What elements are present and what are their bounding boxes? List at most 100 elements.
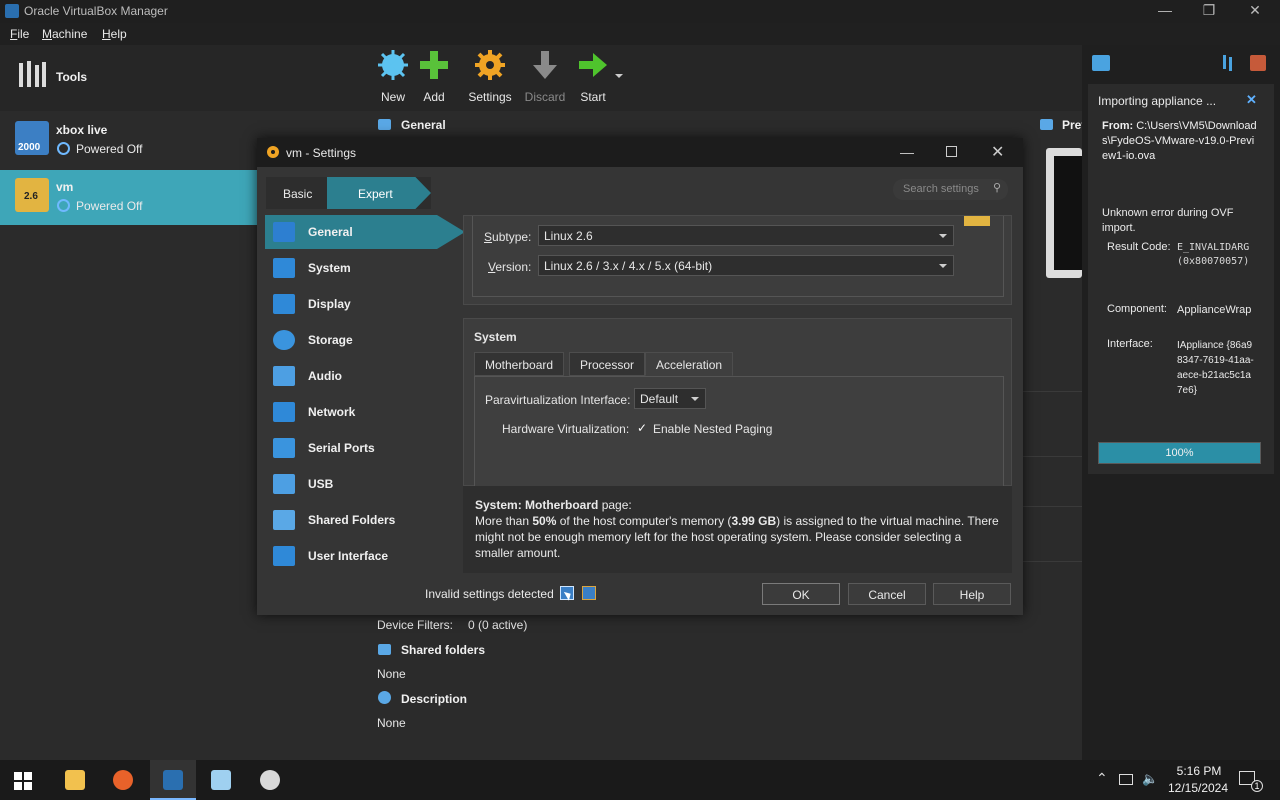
tab-label: Motherboard <box>485 358 554 372</box>
window-title: Oracle VirtualBox Manager <box>24 4 168 18</box>
tab-processor[interactable]: Processor <box>569 352 646 376</box>
tools-label: Tools <box>56 70 88 84</box>
menu-help[interactable]: Help <box>102 27 127 41</box>
version-label: Version: <box>488 260 532 274</box>
nav-item-usb[interactable]: USB <box>265 467 465 501</box>
gear-icon <box>475 50 505 80</box>
taskbar-notepad[interactable] <box>198 760 244 800</box>
network-icon <box>273 402 295 422</box>
ok-label: OK <box>792 588 810 602</box>
general-section-icon <box>378 119 391 130</box>
paravirt-combo[interactable]: Default <box>634 388 706 409</box>
invalid-setting-icon-system[interactable] <box>582 586 596 600</box>
start-label: Start <box>580 90 606 104</box>
tab-motherboard[interactable]: Motherboard <box>474 352 565 376</box>
paravirt-label: Paravirtualization Interface: <box>485 393 631 407</box>
nested-paging-checkbox[interactable]: ✓ <box>635 421 649 435</box>
taskbar-virtualbox[interactable] <box>150 760 196 800</box>
taskbar: ⌃ 🔈 5:16 PM 12/15/2024 1 <box>0 760 1280 800</box>
dialog-close-button[interactable]: ✕ <box>991 142 1004 162</box>
menu-bar: File Machine Help <box>0 23 1280 45</box>
dialog-maximize-button[interactable] <box>946 146 957 157</box>
version-combo[interactable]: Linux 2.6 / 3.x / 4.x / 5.x (64-bit) <box>538 255 954 276</box>
nav-item-display[interactable]: Display <box>265 287 465 321</box>
message-part2: of the host computer's memory ( <box>556 514 732 528</box>
nav-item-shared-folders[interactable]: Shared Folders <box>265 503 465 537</box>
ok-button[interactable]: OK <box>762 583 840 605</box>
invalid-settings-label: Invalid settings detected <box>425 587 554 601</box>
minimize-button[interactable]: — <box>1150 2 1180 18</box>
add-button[interactable]: Add <box>409 49 459 104</box>
close-button[interactable]: ✕ <box>1240 2 1270 19</box>
nested-paging-label[interactable]: Enable Nested Paging <box>653 422 772 436</box>
preview-frame <box>1046 148 1082 278</box>
os-badge: 2000 <box>18 142 41 153</box>
general-section-header: General <box>401 118 446 132</box>
menu-file[interactable]: File <box>10 27 29 41</box>
notification-center-icon[interactable] <box>1092 55 1110 71</box>
taskbar-paint[interactable] <box>247 760 293 800</box>
nav-item-storage[interactable]: Storage <box>265 323 465 357</box>
search-settings-input[interactable]: Search settings ⚲ <box>893 179 1008 200</box>
start-button[interactable]: Start <box>568 49 618 104</box>
settings-button[interactable]: Settings <box>465 49 515 104</box>
clock-date[interactable]: 12/15/2024 <box>1164 781 1232 795</box>
system-icon <box>273 258 295 278</box>
vm-list-item[interactable]: 2000 xbox live Powered Off <box>0 113 258 169</box>
taskbar-firefox[interactable] <box>100 760 146 800</box>
chevron-up-icon[interactable]: ⌃ <box>1096 770 1108 787</box>
start-dropdown-arrow[interactable] <box>615 74 623 78</box>
search-icon: ⚲ <box>993 182 1002 194</box>
subtype-combo[interactable]: Linux 2.6 <box>538 225 954 246</box>
nav-item-general[interactable]: General <box>265 215 465 249</box>
mode-expert[interactable]: Expert <box>358 187 393 201</box>
description-header: Description <box>401 692 468 706</box>
tools-item[interactable]: Tools <box>0 45 370 111</box>
device-filters-label: Device Filters: <box>377 618 454 632</box>
interface-value: IAppliance {86a98347-7619-41aa-aece-b21a… <box>1177 340 1254 396</box>
vm-list-item-selected[interactable]: 2.6 vm Powered Off <box>0 170 258 225</box>
menu-machine[interactable]: Machine <box>42 27 87 41</box>
cancel-button[interactable]: Cancel <box>848 583 926 605</box>
volume-muted-icon[interactable]: 🔈 <box>1142 771 1158 787</box>
nav-item-user-interface[interactable]: User Interface <box>265 539 465 573</box>
taskbar-file-explorer[interactable] <box>52 760 98 800</box>
discard-label: Discard <box>524 90 566 104</box>
progress-text: 100% <box>1165 447 1194 459</box>
windows-start-icon[interactable] <box>14 772 32 790</box>
nav-item-network[interactable]: Network <box>265 395 465 429</box>
sort-icon[interactable] <box>1221 55 1235 71</box>
tab-label: Processor <box>580 358 635 372</box>
system-pane: System Paravirtualization Interface: Def… <box>463 318 1012 487</box>
subtype-label: Subtype: <box>484 230 532 244</box>
mode-basic[interactable]: Basic <box>283 187 312 201</box>
discard-button[interactable]: Discard <box>520 49 570 104</box>
clock-time[interactable]: 5:16 PM <box>1174 764 1224 778</box>
firefox-icon <box>113 770 133 790</box>
cancel-label: Cancel <box>868 588 906 602</box>
add-label: Add <box>423 90 445 104</box>
clear-notifications-icon[interactable] <box>1250 55 1266 71</box>
nav-item-serial-ports[interactable]: Serial Ports <box>265 431 465 465</box>
nav-item-audio[interactable]: Audio <box>265 359 465 393</box>
result-code-value: E_INVALIDARG (0x80070057) <box>1177 242 1250 267</box>
description-icon <box>378 691 391 704</box>
close-notification-icon[interactable]: ✕ <box>1246 92 1257 108</box>
folder-icon <box>378 644 391 655</box>
folder-icon <box>273 510 295 530</box>
warning-message: System: Motherboard page: More than 50% … <box>475 497 1003 561</box>
tab-acceleration[interactable]: Acceleration <box>645 352 734 376</box>
dialog-titlebar: vm - Settings — ✕ <box>257 138 1023 167</box>
dialog-minimize-button[interactable]: — <box>900 144 914 160</box>
nav-item-system[interactable]: System <box>265 251 465 285</box>
display-icon <box>273 294 295 314</box>
error-message: Unknown error during OVF import. <box>1102 207 1234 234</box>
message-title: System: Motherboard <box>475 498 599 512</box>
acceleration-tab-panel: Paravirtualization Interface: Default Ha… <box>474 376 1004 487</box>
restore-button[interactable]: ❐ <box>1194 2 1224 19</box>
nav-label: Storage <box>308 333 353 347</box>
add-icon <box>420 51 448 79</box>
os-badge: 2.6 <box>24 191 38 202</box>
network-icon[interactable] <box>1119 774 1133 785</box>
help-button[interactable]: Help <box>933 583 1011 605</box>
